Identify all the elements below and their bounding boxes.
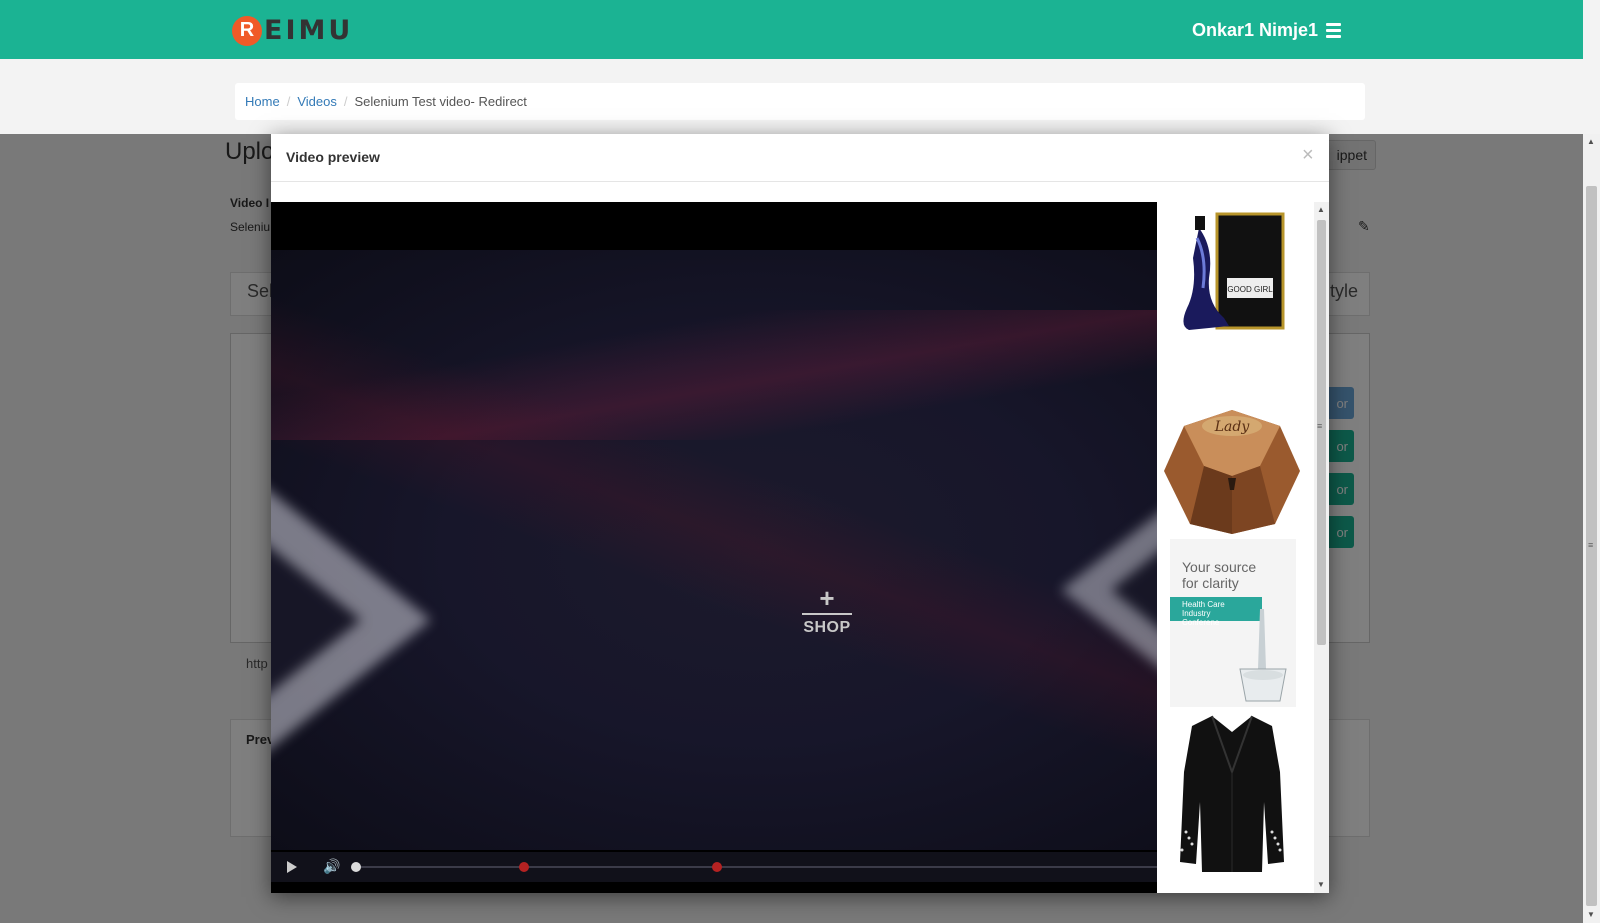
modal-scrollbar[interactable]: ▲ ≡ ▼ xyxy=(1314,202,1329,893)
breadcrumb: Home / Videos / Selenium Test video- Red… xyxy=(235,83,1365,120)
product-perfume-heel[interactable]: GOOD GIRL xyxy=(1169,208,1294,338)
plus-icon: + xyxy=(819,583,835,613)
scroll-down-arrow-icon[interactable]: ▼ xyxy=(1317,880,1325,889)
player-controls: 🔊 xyxy=(271,852,1157,882)
user-menu[interactable]: Onkar1 Nimje1 xyxy=(1192,20,1342,41)
product-marker[interactable] xyxy=(712,862,722,872)
scroll-grip-icon: ≡ xyxy=(1317,421,1323,431)
product-sidebar: GOOD GIRL Lady Your source for clarity H… xyxy=(1157,202,1308,893)
scroll-down-arrow-icon[interactable]: ▼ xyxy=(1587,910,1595,919)
logo-mark: R xyxy=(232,15,262,46)
video-player[interactable]: + SHOP 🔊 xyxy=(271,202,1157,893)
product-black-blazer[interactable] xyxy=(1172,712,1292,877)
logo-text: EIMU xyxy=(264,15,354,46)
logo[interactable]: R EIMU xyxy=(232,15,353,46)
shop-label: SHOP xyxy=(803,619,851,636)
top-navbar: R EIMU Onkar1 Nimje1 xyxy=(0,0,1583,59)
scroll-up-arrow-icon[interactable]: ▲ xyxy=(1587,137,1595,146)
product-ad-banner[interactable]: Your source for clarity Health Care Indu… xyxy=(1170,539,1296,707)
hamburger-menu-icon[interactable] xyxy=(1326,23,1342,38)
close-icon[interactable]: × xyxy=(1302,144,1314,167)
product-perfume-gem[interactable]: Lady xyxy=(1160,406,1305,536)
progress-track[interactable] xyxy=(351,862,1157,872)
breadcrumb-current: Selenium Test video- Redirect xyxy=(354,94,527,109)
video-frame[interactable]: + SHOP 🔊 xyxy=(271,250,1157,882)
breadcrumb-home[interactable]: Home xyxy=(245,94,280,109)
ad-headline: Your source for clarity xyxy=(1182,559,1257,591)
scroll-up-arrow-icon[interactable]: ▲ xyxy=(1317,205,1325,214)
breadcrumb-videos[interactable]: Videos xyxy=(297,94,337,109)
modal-title: Video preview xyxy=(286,149,380,165)
scroll-grip-icon: ≡ xyxy=(1588,540,1594,550)
breadcrumb-separator: / xyxy=(343,94,348,109)
video-preview-modal: Video preview × + SHOP 🔊 GOOD GIRL Lady … xyxy=(271,134,1329,893)
shop-overlay-button[interactable]: + SHOP xyxy=(799,583,855,637)
volume-icon[interactable]: 🔊 xyxy=(323,858,340,875)
progress-knob[interactable] xyxy=(351,862,361,872)
user-name: Onkar1 Nimje1 xyxy=(1192,20,1319,40)
play-icon[interactable] xyxy=(287,861,297,873)
scrollbar-thumb[interactable] xyxy=(1317,220,1326,645)
product-caption: GOOD GIRL xyxy=(1227,285,1273,294)
product-marker[interactable] xyxy=(519,862,529,872)
breadcrumb-separator: / xyxy=(286,94,291,109)
modal-header: Video preview × xyxy=(271,134,1329,182)
product-caption: Lady xyxy=(1214,419,1251,435)
page-scrollbar[interactable]: ▲ ≡ ▼ xyxy=(1583,134,1600,923)
breadcrumb-section: Home / Videos / Selenium Test video- Red… xyxy=(0,59,1583,134)
